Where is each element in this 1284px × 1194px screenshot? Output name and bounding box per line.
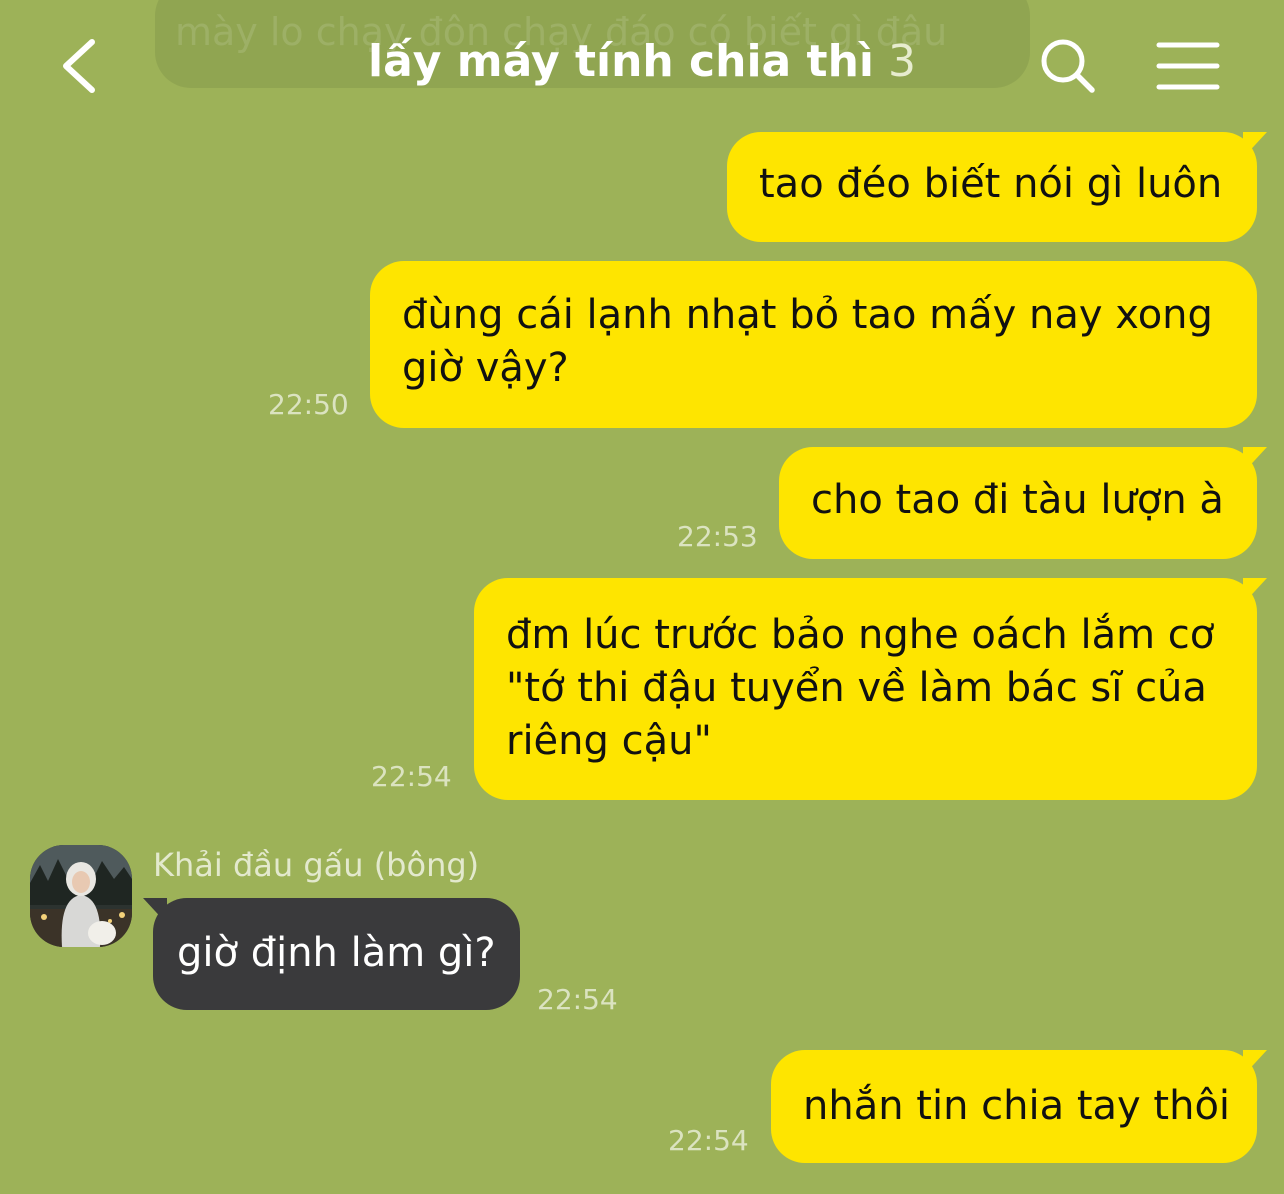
hamburger-menu-icon: [1156, 42, 1220, 90]
message-text: giờ định làm gì?: [177, 930, 496, 976]
message-timestamp: 22:54: [537, 983, 618, 1016]
message-text: tao đéo biết nói gì luôn: [759, 161, 1223, 207]
avatar-photo: [30, 845, 132, 947]
member-count: 3: [887, 36, 916, 87]
message-timestamp: 22:53: [677, 520, 758, 553]
message-timestamp: 22:50: [268, 388, 349, 421]
chat-header: lấy máy tính chia thì 3: [0, 0, 1284, 130]
message-text: cho tao đi tàu lượn à: [811, 477, 1224, 523]
search-icon: [1041, 39, 1095, 93]
avatar[interactable]: [30, 845, 132, 947]
menu-button[interactable]: [1156, 40, 1220, 92]
message-text: đùng cái lạnh nhạt bỏ tao mấy nay xong g…: [402, 292, 1213, 391]
sender-name: Khải đầu gấu (bông): [153, 846, 480, 884]
message-timestamp: 22:54: [668, 1124, 749, 1157]
my-message-bubble[interactable]: cho tao đi tàu lượn à: [779, 447, 1267, 559]
message-text: nhắn tin chia tay thôi: [803, 1083, 1231, 1129]
chat-title-text: lấy máy tính chia thì: [368, 36, 874, 87]
their-message-bubble[interactable]: giờ định làm gì?: [143, 898, 520, 1010]
message-text: đm lúc trước bảo nghe oách lắm cơ "tớ th…: [506, 612, 1215, 764]
my-message-bubble[interactable]: nhắn tin chia tay thôi: [771, 1050, 1267, 1163]
my-message-bubble[interactable]: đm lúc trước bảo nghe oách lắm cơ "tớ th…: [474, 578, 1267, 800]
my-message-bubble[interactable]: đùng cái lạnh nhạt bỏ tao mấy nay xong g…: [370, 261, 1257, 428]
my-message-bubble[interactable]: tao đéo biết nói gì luôn: [727, 132, 1267, 242]
search-button[interactable]: [1038, 36, 1098, 96]
message-timestamp: 22:54: [371, 760, 452, 793]
